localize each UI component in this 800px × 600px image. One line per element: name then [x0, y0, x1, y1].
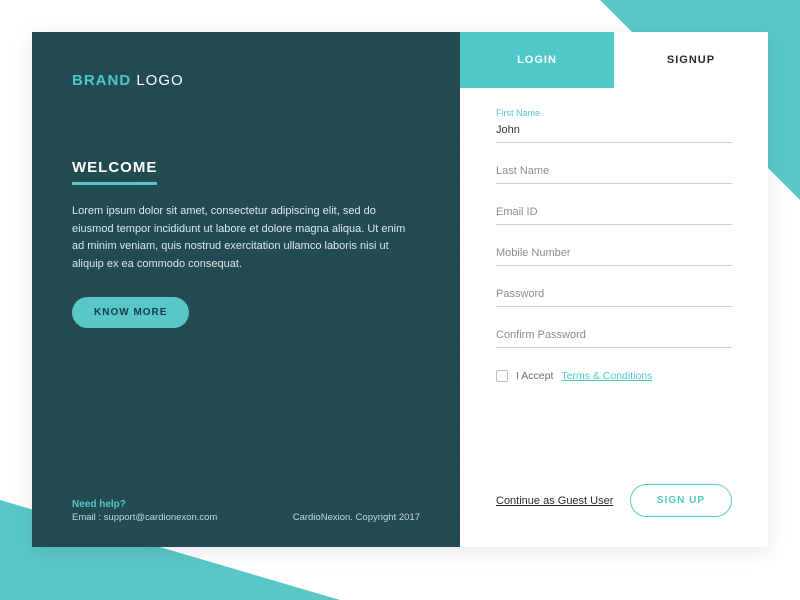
tab-login[interactable]: LOGIN	[460, 32, 614, 88]
form-bottom-row: Continue as Guest User SIGN UP	[496, 484, 732, 547]
help-block: Need help? Email : support@cardionexon.c…	[72, 499, 217, 523]
mobile-input[interactable]	[496, 243, 732, 266]
welcome-heading: WELCOME	[72, 159, 157, 185]
terms-row: I Accept Terms & Conditions	[496, 370, 732, 382]
auth-card: BRAND LOGO WELCOME Lorem ipsum dolor sit…	[32, 32, 768, 547]
help-email: Email : support@cardionexon.com	[72, 512, 217, 523]
tab-signup[interactable]: SIGNUP	[614, 32, 768, 88]
brand-part2: LOGO	[136, 72, 183, 89]
terms-link[interactable]: Terms & Conditions	[561, 370, 652, 382]
field-email	[496, 202, 732, 225]
password-input[interactable]	[496, 284, 732, 307]
terms-prefix: I Accept	[516, 370, 553, 382]
first-name-input[interactable]	[496, 120, 732, 143]
left-footer: Need help? Email : support@cardionexon.c…	[72, 499, 420, 523]
field-mobile	[496, 243, 732, 266]
field-password	[496, 284, 732, 307]
first-name-label: First Name	[496, 108, 732, 118]
terms-checkbox[interactable]	[496, 370, 508, 382]
field-first-name: First Name	[496, 108, 732, 143]
know-more-button[interactable]: KNOW MORE	[72, 297, 189, 328]
auth-tabs: LOGIN SIGNUP	[460, 32, 768, 88]
last-name-input[interactable]	[496, 161, 732, 184]
brand-logo: BRAND LOGO	[72, 72, 420, 89]
left-panel: BRAND LOGO WELCOME Lorem ipsum dolor sit…	[32, 32, 460, 547]
copyright: CardioNexion. Copyright 2017	[293, 512, 420, 523]
guest-user-link[interactable]: Continue as Guest User	[496, 495, 613, 507]
confirm-password-input[interactable]	[496, 325, 732, 348]
help-label: Need help?	[72, 499, 217, 510]
welcome-description: Lorem ipsum dolor sit amet, consectetur …	[72, 203, 412, 273]
signup-form: First Name I Accept Terms & Co	[460, 88, 768, 547]
right-panel: LOGIN SIGNUP First Name	[460, 32, 768, 547]
welcome-block: WELCOME Lorem ipsum dolor sit amet, cons…	[72, 159, 420, 328]
email-input[interactable]	[496, 202, 732, 225]
field-last-name	[496, 161, 732, 184]
field-confirm-password	[496, 325, 732, 348]
signup-button[interactable]: SIGN UP	[630, 484, 732, 517]
brand-part1: BRAND	[72, 72, 131, 89]
